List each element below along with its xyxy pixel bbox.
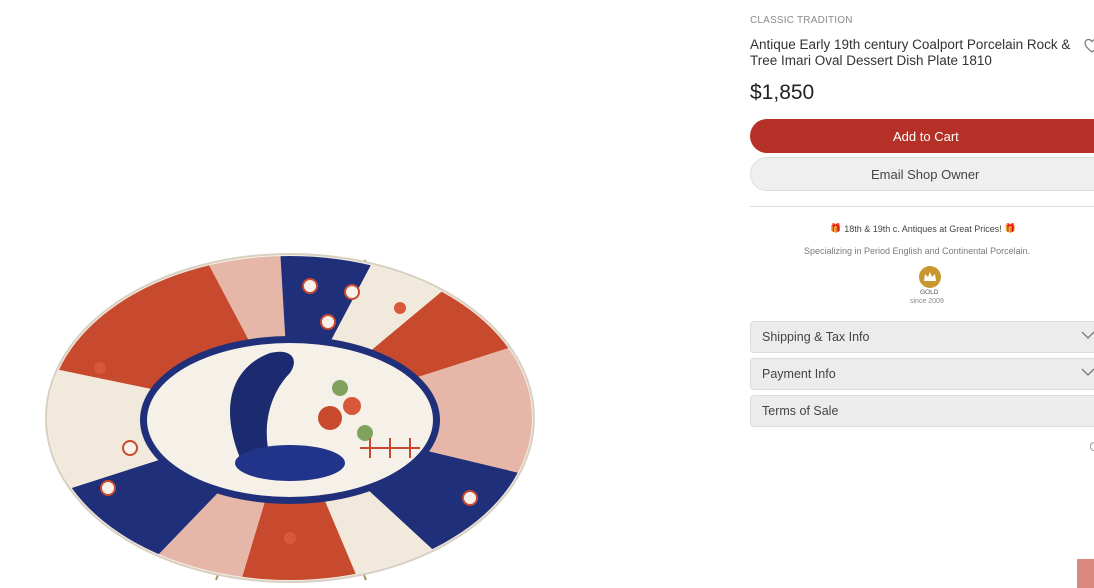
member-since: since 2009 xyxy=(910,298,944,305)
heart-icon[interactable] xyxy=(1084,38,1094,54)
email-shop-owner-label: Email Shop Owner xyxy=(871,166,980,182)
side-control[interactable] xyxy=(1090,442,1094,451)
corner-logo[interactable] xyxy=(1077,559,1094,588)
add-to-cart-button[interactable]: Add to Cart xyxy=(750,119,1094,153)
product-title: Antique Early 19th century Coalport Porc… xyxy=(750,37,1071,68)
product-price: $1,850 xyxy=(750,81,815,104)
email-shop-owner-button[interactable]: Email Shop Owner xyxy=(750,157,1094,191)
shop-tagline: 🎁 18th & 19th c. Antiques at Great Price… xyxy=(830,223,1016,234)
gift-icon: 🎁 xyxy=(830,223,842,233)
crown-icon xyxy=(919,266,941,288)
divider xyxy=(750,206,1094,207)
accordion-payment-info[interactable]: Payment Info xyxy=(750,358,1094,390)
shop-tagline-text: 18th & 19th c. Antiques at Great Prices! xyxy=(844,223,1002,234)
chevron-down-icon xyxy=(1081,368,1094,376)
shop-specialty: Specializing in Period English and Conti… xyxy=(804,246,1031,256)
shop-name-link[interactable]: CLASSIC TRADITION xyxy=(750,15,853,26)
accordion-label: Payment Info xyxy=(762,367,836,381)
gift-icon: 🎁 xyxy=(1004,223,1017,233)
membership-level: GOLD xyxy=(920,289,939,296)
accordion-shipping-tax[interactable]: Shipping & Tax Info xyxy=(750,321,1094,353)
chevron-down-icon xyxy=(1081,331,1094,339)
accordion-label: Shipping & Tax Info xyxy=(762,330,870,344)
add-to-cart-label: Add to Cart xyxy=(893,128,959,144)
accordion-label: Terms of Sale xyxy=(762,404,839,418)
product-image[interactable] xyxy=(40,248,540,584)
accordion-terms-of-sale[interactable]: Terms of Sale xyxy=(750,395,1094,427)
